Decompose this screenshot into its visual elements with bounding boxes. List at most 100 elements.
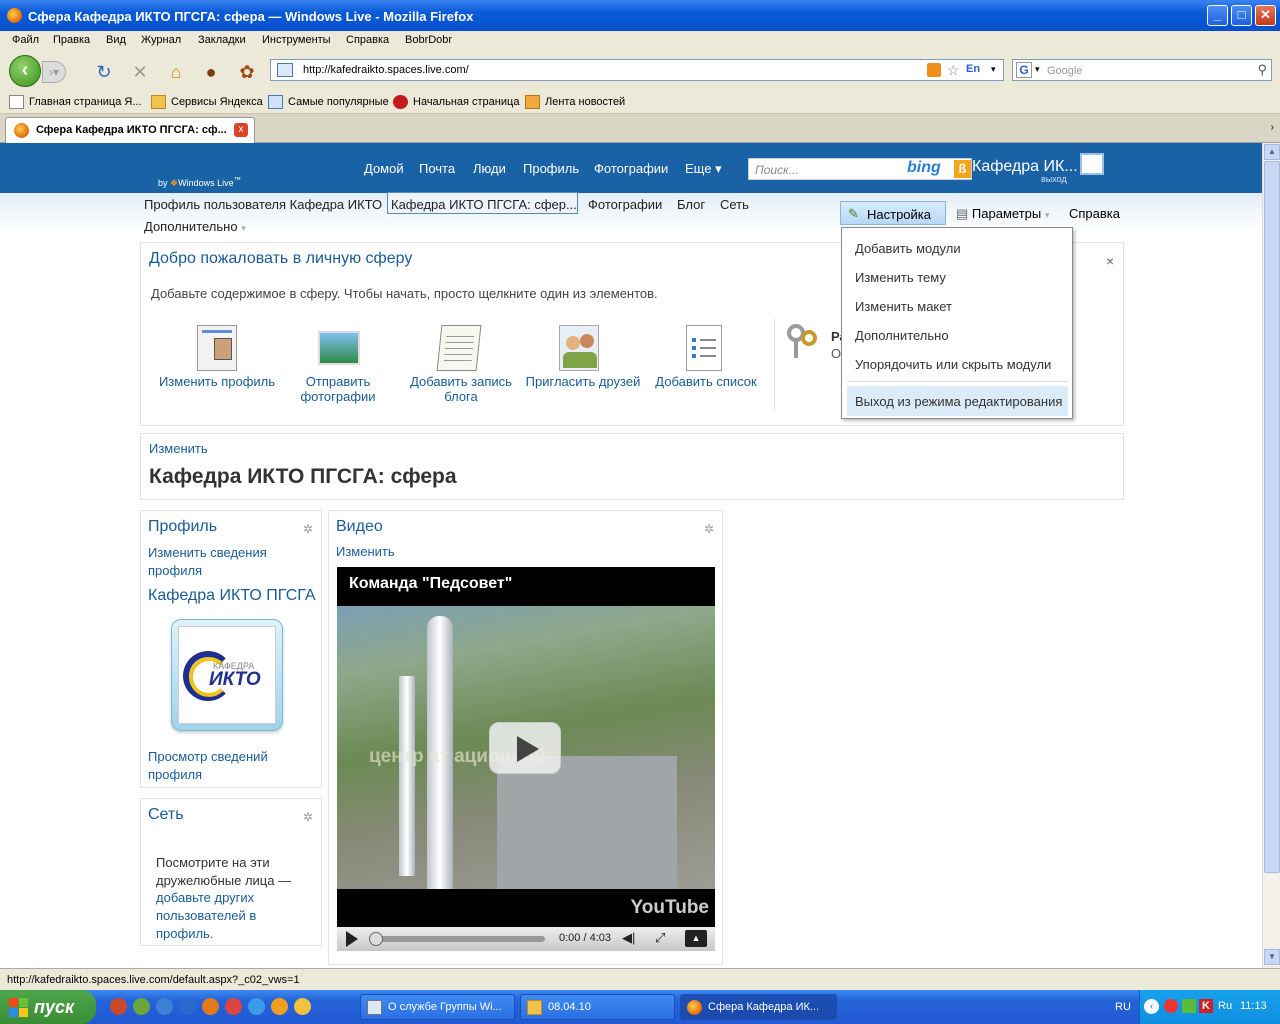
video-frame[interactable]: центр ат ационной — [337, 606, 715, 889]
quicklaunch-icon[interactable] — [110, 998, 127, 1015]
nav-home[interactable]: Домой — [364, 161, 404, 176]
bookmark-yandex-home[interactable]: Главная страница Я... — [9, 95, 142, 109]
subnav-blog[interactable]: Блог — [677, 197, 705, 212]
bookmark-start-page[interactable]: Начальная страница — [393, 95, 519, 109]
taskbar-item-windows-live-groups[interactable]: О службе Группы Wi... — [360, 994, 515, 1020]
youtube-logo[interactable]: YouTube — [631, 897, 709, 919]
menu-edit[interactable]: Правка — [53, 34, 90, 46]
edit-video-link[interactable]: Изменить — [336, 544, 395, 559]
youtube-player[interactable]: Команда "Педсовет" центр ат ационной You… — [337, 567, 715, 951]
play-overlay-button[interactable] — [489, 722, 561, 774]
tray-icon[interactable] — [1164, 999, 1178, 1013]
input-language[interactable]: RU — [1115, 1001, 1131, 1013]
menu-change-theme[interactable]: Изменить тему — [855, 270, 946, 285]
address-bar[interactable]: http://kafedraikto.spaces.live.com/ ☆ En… — [270, 59, 1004, 81]
subnav-photos[interactable]: Фотографии — [588, 197, 662, 212]
list-icon[interactable] — [686, 325, 722, 371]
customize-button[interactable]: ✎ Настройка — [840, 201, 946, 225]
add-users-link[interactable]: добавьте других пользователей в профиль. — [156, 889, 296, 943]
subnav-space[interactable]: Кафедра ИКТО ПГСГА: сфер... — [391, 197, 577, 212]
friends-icon[interactable] — [559, 325, 599, 371]
scroll-down-icon[interactable]: ▼ — [1264, 949, 1280, 965]
signout-link[interactable]: выход — [1041, 174, 1067, 184]
reload-icon[interactable]: ↻ — [93, 61, 115, 83]
quicklaunch-icon[interactable] — [156, 998, 173, 1015]
tray-expand-icon[interactable]: ‹ — [1144, 999, 1159, 1014]
star-icon[interactable]: ☆ — [947, 62, 960, 79]
action-upload-photos[interactable]: Отправить фотографии — [286, 374, 390, 404]
action-add-list[interactable]: Добавить список — [649, 374, 763, 389]
scroll-thumb[interactable] — [1264, 161, 1280, 873]
gear-icon[interactable]: ✲ — [303, 522, 313, 536]
back-button[interactable]: ‹ — [9, 55, 41, 87]
play-button[interactable] — [346, 931, 358, 947]
gear-icon[interactable]: ✲ — [704, 522, 714, 536]
quicklaunch-icon[interactable] — [133, 998, 150, 1015]
menu-bobrdobr[interactable]: BobrDobr — [405, 34, 452, 46]
quicklaunch-icon[interactable] — [271, 998, 288, 1015]
taskbar-item-folder[interactable]: 08.04.10 — [520, 994, 675, 1020]
menu-view[interactable]: Вид — [106, 34, 126, 46]
profile-picture[interactable]: КАФЕДРА ИКТО — [171, 619, 283, 731]
vertical-scrollbar[interactable]: ▲ ▼ — [1262, 143, 1280, 968]
action-edit-profile[interactable]: Изменить профиль — [155, 374, 279, 389]
menu-change-layout[interactable]: Изменить макет — [855, 299, 952, 314]
paw-icon[interactable]: ✿ — [236, 61, 258, 83]
start-button[interactable]: пуск — [0, 990, 96, 1024]
bookmark-yandex-services[interactable]: Сервисы Яндекса — [151, 95, 263, 109]
ie-icon[interactable] — [248, 998, 265, 1015]
engine-dropdown-icon[interactable]: ▾ — [1035, 64, 1040, 75]
notepad-icon[interactable] — [436, 325, 482, 371]
tab-sfera[interactable]: Сфера Кафедра ИКТО ПГСГА: сф... x — [5, 117, 255, 143]
wl-search-input[interactable]: Поиск... bing ß — [748, 158, 972, 180]
subnav-network[interactable]: Сеть — [720, 197, 749, 212]
bing-search-button[interactable]: ß — [954, 160, 971, 178]
tray-language[interactable]: Ru — [1218, 1000, 1232, 1012]
nav-people[interactable]: Люди — [473, 161, 506, 176]
bookmark-news-feed[interactable]: Лента новостей — [525, 95, 625, 109]
options-button[interactable]: ▤ Параметры ▾ — [956, 206, 1049, 222]
search-box[interactable]: G ▾ Google ⚲ — [1012, 59, 1272, 81]
photo-icon[interactable] — [318, 331, 360, 365]
subnav-more[interactable]: Дополнительно ▾ — [144, 219, 246, 234]
menu-more[interactable]: Дополнительно — [855, 328, 949, 343]
quicklaunch-icon[interactable] — [294, 998, 311, 1015]
profile-name[interactable]: Кафедра ИКТО ПГСГА — [148, 587, 318, 605]
tray-icon[interactable] — [1182, 999, 1196, 1013]
profile-icon[interactable] — [197, 325, 237, 371]
stop-icon[interactable]: ✕ — [129, 61, 151, 83]
seek-handle[interactable] — [369, 932, 383, 946]
action-invite-friends[interactable]: Пригласить друзей — [521, 374, 645, 389]
bing-logo[interactable]: bing — [907, 159, 941, 177]
edit-title-link[interactable]: Изменить — [149, 441, 208, 456]
fullscreen-icon[interactable]: ⤢ — [655, 930, 665, 946]
scroll-up-icon[interactable]: ▲ — [1264, 144, 1280, 160]
nav-photos[interactable]: Фотографии — [594, 161, 668, 176]
menu-add-modules[interactable]: Добавить модули — [855, 241, 961, 256]
opera-icon[interactable] — [225, 998, 242, 1015]
google-icon[interactable]: G — [1016, 62, 1032, 78]
bobrdobr-icon[interactable]: ● — [200, 61, 222, 83]
nav-profile[interactable]: Профиль — [523, 161, 579, 176]
tab-close-icon[interactable]: x — [234, 123, 248, 137]
tray-kaspersky-icon[interactable]: K — [1199, 999, 1213, 1013]
firefox-icon[interactable] — [202, 998, 219, 1015]
search-icon[interactable]: ⚲ — [1257, 62, 1267, 78]
action-add-blog-entry[interactable]: Добавить запись блога — [403, 374, 519, 404]
help-link[interactable]: Справка — [1069, 206, 1120, 221]
user-avatar[interactable] — [1080, 153, 1104, 175]
lang-indicator[interactable]: En — [966, 63, 980, 75]
close-window-button[interactable]: ✕ — [1255, 5, 1276, 26]
menu-exit-edit-mode[interactable]: Выход из режима редактирования — [855, 394, 1062, 409]
menu-history[interactable]: Журнал — [141, 34, 181, 46]
expand-icon[interactable]: ▲ — [685, 930, 707, 947]
menu-tools[interactable]: Инструменты — [262, 34, 331, 46]
seek-bar[interactable] — [369, 932, 545, 946]
menu-arrange-modules[interactable]: Упорядочить или скрыть модули — [855, 357, 1051, 372]
nav-more[interactable]: Еще ▾ — [685, 161, 722, 177]
edit-profile-info-link[interactable]: Изменить сведения профиля — [148, 544, 288, 580]
home-icon[interactable]: ⌂ — [165, 61, 187, 83]
rss-icon[interactable] — [927, 63, 941, 77]
subnav-profile[interactable]: Профиль пользователя Кафедра ИКТО — [144, 197, 382, 212]
view-profile-link[interactable]: Просмотр сведений профиля — [148, 748, 288, 784]
